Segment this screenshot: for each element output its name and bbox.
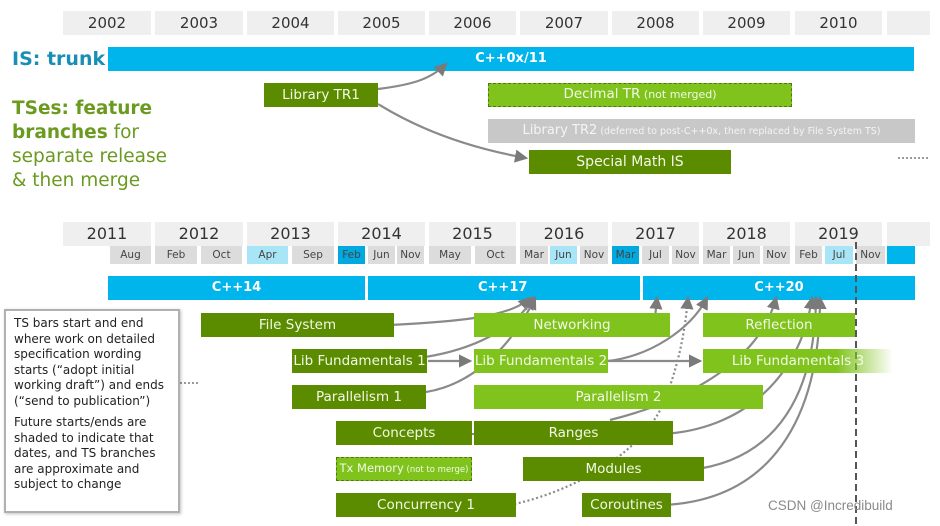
connector-tr1-to-cpp11 [377,62,448,91]
modules-ts-bar: Modules [523,457,704,481]
reflection-ts-bar: Reflection [703,313,855,337]
lib-fundamentals-3-ts-bar: Lib Fundamentals 3 [703,349,893,373]
parallelism-1-ts-bar: Parallelism 1 [292,385,426,409]
note-paragraph-1: TS bars start and end where work on deta… [14,316,164,408]
lib-fundamentals-1-ts-bar: Lib Fundamentals 1 [292,349,427,373]
concepts-ts-bar: Concepts [336,421,472,445]
tx-memory-label: Tx Memory [339,461,404,475]
watermark: CSDN @Incredibuild [768,498,893,513]
connector-tr1-to-specialmath [377,103,529,163]
note-paragraph-2: Future starts/ends are shaded to indicat… [14,415,156,491]
tx-memory-note: (not to merge) [403,465,469,475]
coroutines-ts-bar: Coroutines [582,493,671,517]
networking-ts-bar: Networking [474,313,670,337]
file-system-ts-bar: File System [201,313,394,337]
concurrency-1-ts-bar: Concurrency 1 [336,493,516,517]
parallelism-2-ts-bar: Parallelism 2 [474,385,763,409]
lib-fundamentals-2-ts-bar: Lib Fundamentals 2 [474,349,608,373]
ranges-ts-bar: Ranges [474,421,673,445]
legend-note-box: TS bars start and end where work on deta… [4,309,180,513]
tx-memory-ts-bar: Tx Memory (not to merge) [336,457,472,481]
